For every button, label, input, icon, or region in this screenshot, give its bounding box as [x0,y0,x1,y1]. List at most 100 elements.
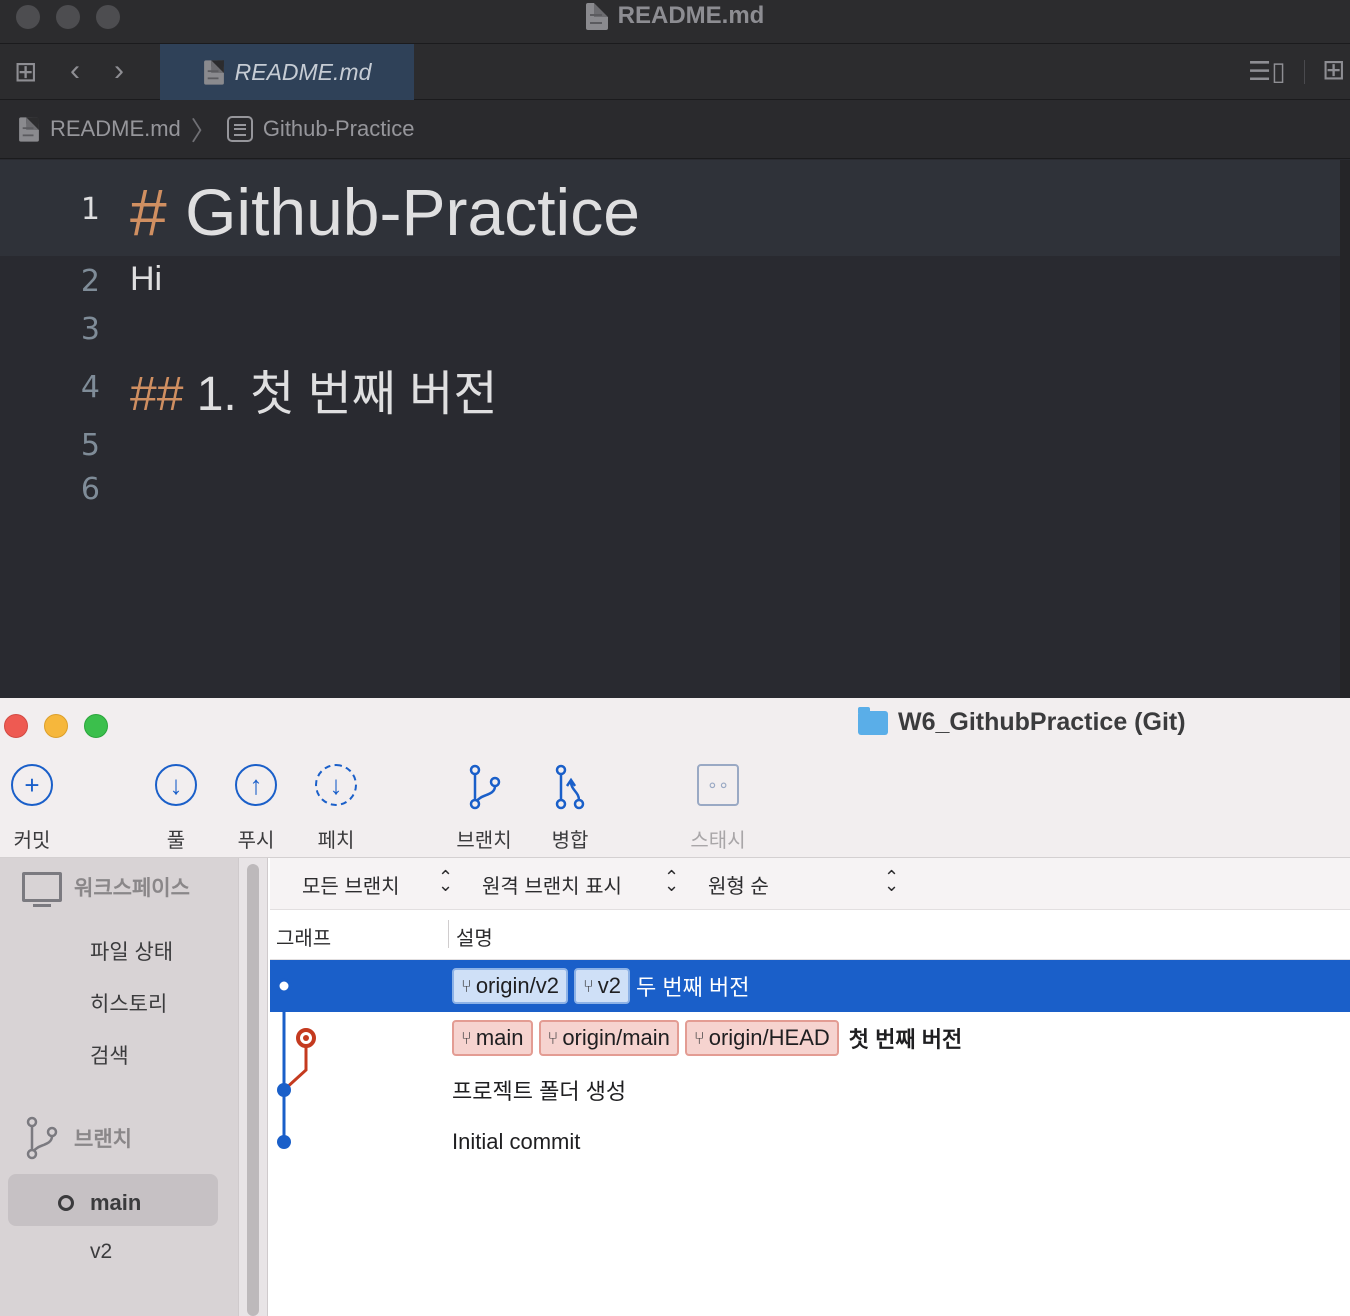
line-number: 6 [80,472,100,507]
branches-header[interactable]: 브랜치 [22,1116,132,1160]
branch-tag[interactable]: ⑂ main [452,1020,533,1056]
branch-tag-label: origin/v2 [475,973,559,998]
fetch-button[interactable]: ↓ 페치 [296,764,376,853]
sourcetree-toolbar: W6_GithubPractice (Git) + 커밋 ↓ 풀 ↑ 푸시 ↓ … [0,698,1350,858]
merge-label: 병합 [551,830,589,852]
branch-icon [26,1116,58,1160]
code-editor[interactable]: 1 # Github-Practice 2 Hi 3 4 ## 1. 첫 번째 … [0,160,1340,698]
heading-marker: # [130,175,167,249]
breadcrumb-section[interactable]: Github-Practice [263,116,415,142]
commit-message: Initial commit [452,1129,581,1154]
xcode-tab-bar: ⊞ ‹ › README.md ☰▯ ⊞ [0,44,1350,100]
code-line-1[interactable]: # Github-Practice [130,174,640,250]
chevron-updown-icon[interactable]: ⌃ ⌄ [664,868,679,904]
plus-circle-icon: + [11,764,53,806]
editor-options-icon[interactable]: ☰▯ [1248,58,1286,84]
branch-tag-label: v2 [597,973,622,998]
branch-icon: ⑂ [461,975,472,996]
fetch-icon: ↓ [315,764,357,806]
sidebar-item-history[interactable]: 히스토리 [90,988,167,1018]
back-arrow-icon[interactable]: ‹ [70,56,80,86]
branch-tag-label: origin/main [562,1025,670,1050]
column-description[interactable]: 설명 [456,922,493,951]
filter-bar: 모든 브랜치 ⌃ ⌄ 원격 브랜치 표시 ⌃ ⌄ 원형 순 ⌃ ⌄ [270,858,1350,910]
workspace-header[interactable]: 워크스페이스 [22,872,190,907]
document-icon [203,59,224,85]
scroll-thumb[interactable] [247,864,259,1316]
up-arrow-circle-icon: ↑ [235,764,277,806]
stash-icon: ∘∘ [697,764,739,806]
branch-tag-label: main [475,1025,524,1050]
zoom-window-button[interactable] [84,714,108,738]
chevron-updown-icon[interactable]: ⌃ ⌄ [438,868,453,904]
graph-commit-node[interactable] [276,978,292,994]
commit-list: ⑂ origin/v2 ⑂ v2 두 번째 버전 ⑂ main ⑂ origin/mai… [270,960,1350,1316]
minimize-window-button[interactable] [44,714,68,738]
heading-marker: ## [130,368,184,421]
code-line-4[interactable]: ## 1. 첫 번째 버전 [130,354,498,424]
push-label: 푸시 [237,830,275,852]
stash-label: 스태시 [690,830,746,852]
add-editor-icon[interactable]: ⊞ [1322,56,1345,84]
column-graph[interactable]: 그래프 [276,922,331,951]
branch-tag-label: origin/HEAD [708,1025,830,1050]
remote-filter-select[interactable]: 원격 브랜치 표시 [482,870,622,899]
pull-button[interactable]: ↓ 풀 [136,764,216,853]
sidebar-branch-main[interactable]: main [90,1190,141,1216]
sourcetree-window-title: W6_GithubPractice (Git) [858,706,1186,737]
close-window-button[interactable] [4,714,28,738]
sidebar: 워크스페이스 파일 상태 히스토리 검색 브랜치 [0,858,238,1316]
forward-arrow-icon[interactable]: › [114,56,124,86]
folder-icon [858,706,888,735]
grid-icon[interactable]: ⊞ [14,58,37,86]
column-divider[interactable] [448,920,449,948]
line-number: 3 [80,312,100,347]
line-number: 5 [80,428,100,463]
chevron-updown-icon[interactable]: ⌃ ⌄ [884,868,899,904]
commit-message: 두 번째 버전 [636,975,750,1000]
branch-icon: ⑂ [547,1027,559,1048]
branch-tag[interactable]: ⑂ origin/main [538,1020,679,1056]
merge-button[interactable]: 병합 [530,764,610,853]
graph-commit-node[interactable] [277,1083,291,1097]
line-number: 1 [80,192,100,227]
push-button[interactable]: ↑ 푸시 [216,764,296,853]
document-icon [19,116,39,142]
sidebar-scrollbar[interactable] [238,858,268,1316]
workspace-header-label: 워크스페이스 [74,877,190,900]
commit-button[interactable]: + 커밋 [0,764,72,853]
xcode-window-title-text: README.md [617,2,765,29]
down-arrow-circle-icon: ↓ [155,764,197,806]
heading-text: Github-Practice [185,175,640,249]
stash-button[interactable]: ∘∘ 스태시 [678,764,758,853]
branch-icon: ⑂ [461,1027,472,1048]
breadcrumb-separator-icon: 〉 [190,115,217,146]
branch-tag[interactable]: ⑂ v2 [573,968,631,1004]
sourcetree-window: W6_GithubPractice (Git) + 커밋 ↓ 풀 ↑ 푸시 ↓ … [0,698,1350,1316]
branch-tag[interactable]: ⑂ origin/v2 [452,968,568,1004]
current-branch-icon [58,1195,74,1211]
order-filter-select[interactable]: 원형 순 [708,870,769,899]
repo-title-text: W6_GithubPractice (Git) [898,708,1186,736]
xcode-window: README.md ⊞ ‹ › README.md ☰▯ ⊞ README.md… [0,0,1350,698]
branch-filter-select[interactable]: 모든 브랜치 [302,870,400,899]
sidebar-branch-v2[interactable]: v2 [90,1240,112,1264]
graph-branch-line [282,1044,308,1092]
graph-commit-node[interactable] [277,1135,291,1149]
branch-icon: ⑂ [693,1027,705,1048]
sidebar-item-file-status[interactable]: 파일 상태 [90,936,173,966]
commit-description: ⑂ origin/v2 ⑂ v2 두 번째 버전 [452,960,749,1012]
code-line-2[interactable]: Hi [130,260,162,299]
tab-readme[interactable]: README.md [160,44,414,100]
commit-message: 첫 번째 버전 [848,1027,963,1052]
breadcrumb-file[interactable]: README.md [50,116,181,142]
sidebar-item-search[interactable]: 검색 [90,1040,129,1070]
editor-scrollbar[interactable] [1340,160,1350,698]
branches-header-label: 브랜치 [74,1128,132,1151]
commit-message: 프로젝트 폴더 생성 [452,1079,627,1104]
graph-head-node-center [303,1035,309,1041]
branch-tag[interactable]: ⑂ origin/HEAD [684,1020,839,1056]
tab-readme-label: README.md [234,58,372,85]
jump-bar: README.md 〉 Github-Practice [0,100,1350,159]
branch-button[interactable]: 브랜치 [444,764,524,853]
